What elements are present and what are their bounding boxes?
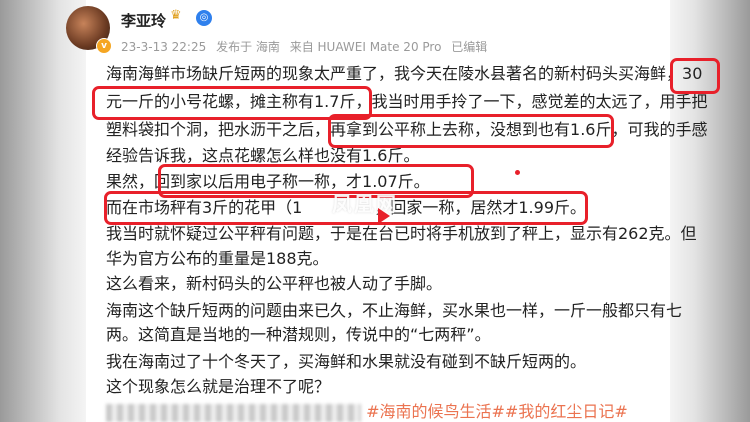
weibo-post-screenshot: v 李亚玲 ♛ ◎ 23-3-13 22:25 发布于 海南 来自 HUAWEI… xyxy=(0,0,750,422)
text-line: 这个现象怎么就是治理不了呢？ xyxy=(106,377,331,396)
hashtags[interactable]: #海南的候鸟生活##我的红尘日记# xyxy=(366,402,628,421)
text-line: 海南海鲜市场缺斤短两的现象太严重了，我今天在陵水县著名的新村码头买海鲜，30 xyxy=(106,64,703,83)
blurred-text xyxy=(106,403,361,422)
highlight-box xyxy=(328,114,614,148)
crown-icon: ♛ xyxy=(170,8,182,23)
text-line: 海南这个缺斤短两的问题由来已久，不止海鲜，买水果也一样，一斤一般都只有七 xyxy=(106,301,683,320)
text-line: 我在海南过了十个冬天了，买海鲜和水果就没有碰到不缺斤短两的。 xyxy=(106,352,587,371)
post-meta: 23-3-13 22:25 发布于 海南 来自 HUAWEI Mate 20 P… xyxy=(121,38,493,55)
post-date: 23-3-13 22:25 xyxy=(121,40,207,54)
post-edited: 已编辑 xyxy=(451,40,488,54)
vip-icon: ◎ xyxy=(196,10,212,26)
author-name[interactable]: 李亚玲 xyxy=(121,10,166,31)
hashtag-line: #海南的候鸟生活##我的红尘日记# xyxy=(106,400,628,422)
text-line: 这么看来，新村码头的公平秤也被人动了手脚。 xyxy=(106,274,443,293)
left-blur-margin xyxy=(0,0,86,422)
text-line: 我当时就怀疑过公平秤有问题，于是在台已时将手机放到了秤上，显示有262克。但 xyxy=(106,224,697,243)
post-location: 发布于 海南 xyxy=(216,40,280,54)
play-icon[interactable] xyxy=(378,208,390,224)
verified-badge-icon: v xyxy=(96,38,112,54)
post-device: 来自 HUAWEI Mate 20 Pro xyxy=(289,40,442,54)
text-line: 两。这简直是当地的一种潜规则，传说中的“七两秤”。 xyxy=(106,325,491,344)
highlight-box xyxy=(670,58,720,94)
red-dot xyxy=(515,170,520,175)
text-line: 华为官方公布的重量是188克。 xyxy=(106,249,329,268)
